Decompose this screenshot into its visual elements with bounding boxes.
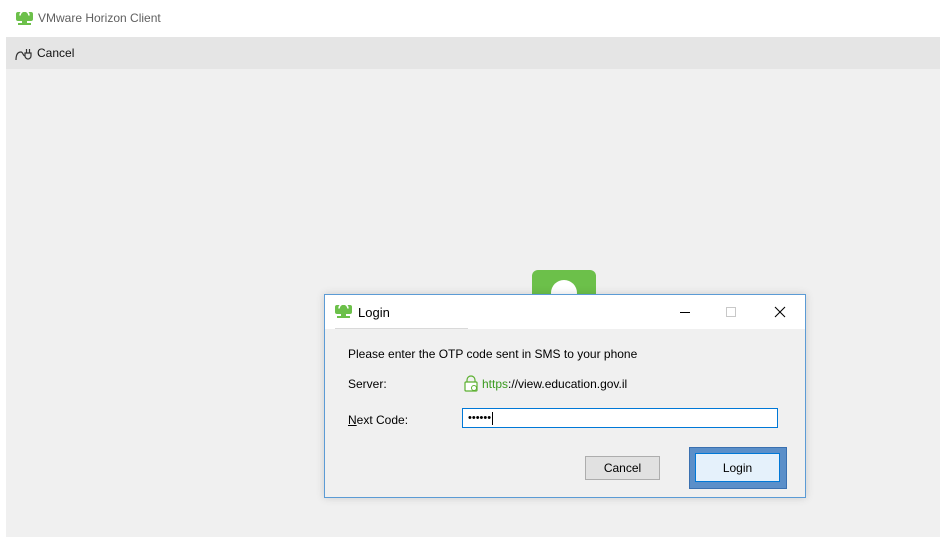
next-code-label-text: ext Code:: [356, 413, 409, 427]
toolbar-cancel-label: Cancel: [37, 46, 75, 60]
dialog-title: Login: [358, 305, 390, 320]
minimize-icon: [680, 312, 690, 313]
close-icon: [774, 306, 786, 318]
close-button[interactable]: [757, 295, 803, 329]
maximize-icon: [726, 307, 736, 317]
text-caret: [492, 411, 494, 425]
horizon-client-window: VMware Horizon Client Cancel Login Pleas…: [0, 0, 940, 537]
server-label: Server:: [348, 377, 387, 391]
window-titlebar: VMware Horizon Client: [0, 0, 940, 37]
dialog-titlebar: Login: [325, 295, 805, 329]
next-code-masked-value: ••••••: [468, 412, 492, 424]
server-scheme: https: [482, 376, 509, 391]
next-code-access-key: N: [348, 413, 357, 427]
cancel-button[interactable]: Cancel: [585, 456, 660, 480]
toolbar: Cancel: [6, 37, 940, 69]
lock-icon: [464, 375, 478, 392]
toolbar-cancel-button[interactable]: Cancel: [14, 43, 74, 63]
login-button[interactable]: Login: [695, 453, 780, 482]
login-dialog: Login Please enter the OTP code sent in …: [324, 294, 806, 498]
maximize-button[interactable]: [708, 295, 754, 329]
next-code-label: Next Code:: [348, 413, 408, 427]
vmware-horizon-icon: [16, 12, 33, 25]
server-url: https://view.education.gov.il: [462, 375, 627, 392]
vmware-horizon-icon: [335, 305, 352, 318]
server-host: ://view.education.gov.il: [508, 376, 628, 391]
plug-icon: [15, 49, 32, 61]
minimize-button[interactable]: [662, 295, 708, 329]
next-code-input[interactable]: ••••••: [462, 408, 778, 428]
dialog-body: Please enter the OTP code sent in SMS to…: [325, 329, 805, 497]
window-title: VMware Horizon Client: [38, 11, 161, 25]
otp-prompt: Please enter the OTP code sent in SMS to…: [348, 347, 638, 361]
